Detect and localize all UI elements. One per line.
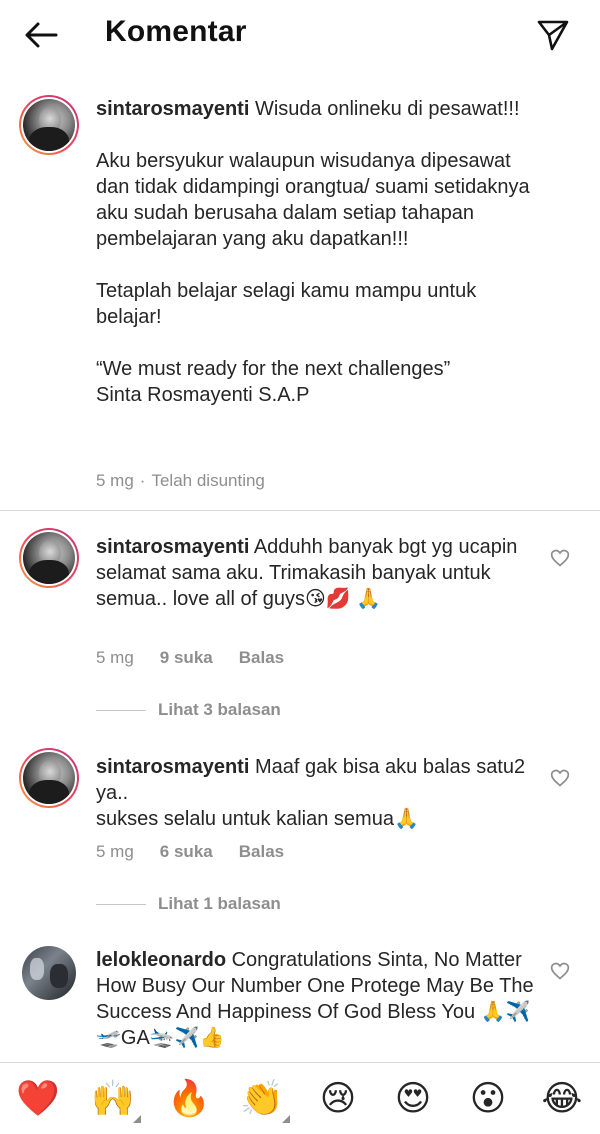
raising-hands-emoji-button[interactable]: 🙌 <box>91 1077 141 1123</box>
emoji-quick-bar: ❤️ 🙌 🔥 👏 😢 😍 😮 😂 <box>0 1062 600 1134</box>
divider-line <box>96 903 146 905</box>
skin-tone-indicator <box>133 1115 141 1123</box>
timestamp: 5 mg <box>96 648 134 667</box>
timestamp: 5 mg <box>96 471 134 490</box>
username-link[interactable]: sintarosmayenti <box>96 756 249 778</box>
timestamp: 5 mg <box>96 842 134 861</box>
reply-button[interactable]: Balas <box>239 648 284 667</box>
comment-text: sintarosmayenti Adduhh banyak bgt yg uca… <box>96 536 518 610</box>
post-caption: sintarosmayenti Wisuda onlineku di pesaw… <box>0 85 600 511</box>
top-bar: Komentar <box>0 0 600 70</box>
like-heart-icon[interactable] <box>550 548 570 568</box>
clapping-hands-emoji-button[interactable]: 👏 <box>240 1077 290 1123</box>
username-link[interactable]: sintarosmayenti <box>96 98 249 120</box>
edited-label: Telah disunting <box>151 471 265 490</box>
reply-button[interactable]: Balas <box>239 842 284 861</box>
like-heart-icon[interactable] <box>550 768 570 788</box>
avatar[interactable] <box>19 528 79 588</box>
like-count[interactable]: 6 suka <box>160 842 213 861</box>
avatar[interactable] <box>22 946 76 1000</box>
crying-face-emoji-button[interactable]: 😢 <box>316 1077 360 1121</box>
comment-text: lelokleonardo Congratulations Sinta, No … <box>96 949 534 1049</box>
heart-eyes-emoji-button[interactable]: 😍 <box>391 1077 435 1121</box>
avatar[interactable] <box>19 748 79 808</box>
profile-photo <box>23 752 75 804</box>
view-replies-link[interactable]: Lihat 3 balasan <box>96 700 281 720</box>
fire-emoji-button[interactable]: 🔥 <box>167 1077 211 1121</box>
share-button[interactable] <box>530 12 576 58</box>
tears-of-joy-emoji-button[interactable]: 😂 <box>540 1077 584 1121</box>
caption-meta: 5 mg · Telah disunting <box>96 471 291 491</box>
username-link[interactable]: sintarosmayenti <box>96 536 249 558</box>
view-replies-link[interactable]: Lihat 1 balasan <box>96 894 281 914</box>
like-count[interactable]: 9 suka <box>160 648 213 667</box>
username-link[interactable]: lelokleonardo <box>96 949 226 971</box>
back-button[interactable] <box>18 14 64 56</box>
skin-tone-indicator <box>282 1115 290 1123</box>
page-title: Komentar <box>105 15 247 48</box>
caption-text: sintarosmayenti Wisuda onlineku di pesaw… <box>96 98 530 406</box>
comment-meta: 5 mg 9 suka Balas <box>96 648 310 668</box>
comment-text: sintarosmayenti Maaf gak bisa aku balas … <box>96 756 526 830</box>
profile-photo <box>23 532 75 584</box>
arrow-left-icon <box>25 22 58 48</box>
profile-photo <box>23 99 75 151</box>
paper-plane-icon <box>537 20 569 51</box>
red-heart-emoji-button[interactable]: ❤️ <box>16 1077 60 1121</box>
like-heart-icon[interactable] <box>550 961 570 981</box>
separator: · <box>139 471 146 490</box>
comment-meta: 5 mg 6 suka Balas <box>96 842 310 862</box>
divider-line <box>96 709 146 711</box>
avatar[interactable] <box>19 95 79 155</box>
surprised-face-emoji-button[interactable]: 😮 <box>466 1077 510 1121</box>
